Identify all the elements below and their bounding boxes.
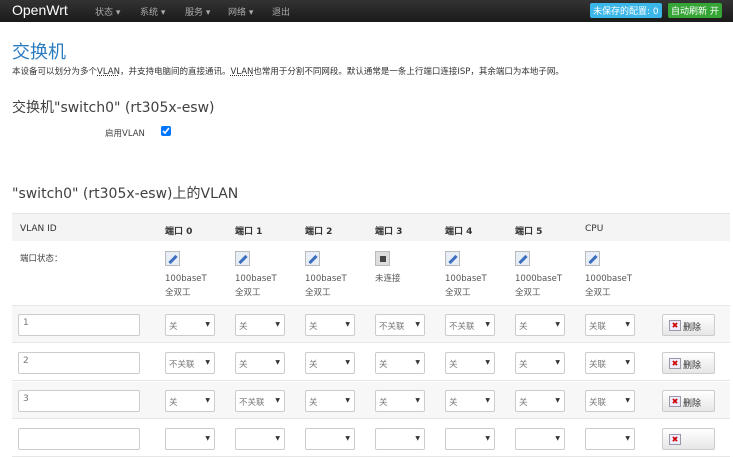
enable-vlan-label: 启用VLAN bbox=[105, 129, 145, 139]
port-membership-select[interactable] bbox=[445, 428, 495, 450]
auto-refresh-badge[interactable]: 自动刷新 开 bbox=[668, 3, 722, 18]
vlan-id-input[interactable]: 3 bbox=[18, 390, 140, 412]
port-membership-select[interactable]: 关 bbox=[305, 390, 355, 412]
page-description: 本设备可以划分为多个VLAN，并支持电脑间的直接通讯。VLAN也常用于分割不同网… bbox=[12, 67, 564, 77]
port-membership-select[interactable] bbox=[305, 428, 355, 450]
page-title: 交换机 bbox=[12, 42, 66, 63]
vlan-id-input[interactable]: 2 bbox=[18, 352, 140, 374]
column-header: CPU bbox=[585, 224, 604, 234]
port-membership-select[interactable]: 关联 bbox=[585, 390, 635, 412]
delete-button[interactable] bbox=[662, 428, 715, 450]
unsaved-changes-badge[interactable]: 未保存的配置: 0 bbox=[590, 3, 662, 18]
port-membership-select[interactable]: 关 bbox=[515, 352, 565, 374]
delete-button[interactable]: 删除 bbox=[662, 390, 715, 412]
column-header: 端口 5 bbox=[515, 227, 543, 237]
column-header: 端口 3 bbox=[375, 227, 403, 237]
vlan-id-input[interactable] bbox=[18, 428, 140, 450]
column-header: 端口 2 bbox=[305, 227, 333, 237]
port-membership-select[interactable]: 关 bbox=[165, 390, 215, 412]
column-header: VLAN ID bbox=[20, 224, 57, 234]
menu-services[interactable]: 服务 ▾ bbox=[185, 5, 210, 18]
port-membership-select[interactable] bbox=[585, 428, 635, 450]
port-membership-select[interactable]: 不关联 bbox=[165, 352, 215, 374]
port-membership-select[interactable]: 关 bbox=[375, 390, 425, 412]
port-membership-select[interactable]: 关 bbox=[305, 352, 355, 374]
port-membership-select[interactable]: 关 bbox=[515, 314, 565, 336]
delete-button[interactable]: 删除 bbox=[662, 352, 715, 374]
column-header: 端口 1 bbox=[235, 227, 263, 237]
port-membership-select[interactable]: 关 bbox=[235, 352, 285, 374]
brand-logo[interactable]: OpenWrt bbox=[12, 2, 68, 18]
column-header: 端口 0 bbox=[165, 227, 193, 237]
vlan-section-title: "switch0" (rt305x-esw)上的VLAN bbox=[12, 186, 239, 202]
port-membership-select[interactable] bbox=[235, 428, 285, 450]
top-navbar: OpenWrt 状态 ▾ 系统 ▾ 服务 ▾ 网络 ▾ 退出 未保存的配置: 0… bbox=[0, 0, 733, 22]
port-membership-select[interactable] bbox=[515, 428, 565, 450]
port-membership-select[interactable] bbox=[375, 428, 425, 450]
enable-vlan-checkbox[interactable] bbox=[161, 126, 171, 136]
delete-button[interactable]: 删除 bbox=[662, 314, 715, 336]
port-membership-select[interactable]: 关 bbox=[445, 390, 495, 412]
status-row bbox=[12, 240, 730, 306]
port-membership-select[interactable]: 关 bbox=[515, 390, 565, 412]
port-membership-select[interactable]: 关 bbox=[375, 352, 425, 374]
port-membership-select[interactable]: 关 bbox=[235, 314, 285, 336]
port-membership-select[interactable]: 关联 bbox=[585, 352, 635, 374]
port-membership-select[interactable] bbox=[165, 428, 215, 450]
port-membership-select[interactable]: 关 bbox=[165, 314, 215, 336]
port-membership-select[interactable]: 关 bbox=[445, 352, 495, 374]
port-membership-select[interactable]: 不关联 bbox=[445, 314, 495, 336]
switch-title: 交换机"switch0" (rt305x-esw) bbox=[12, 100, 215, 116]
menu-logout[interactable]: 退出 bbox=[272, 5, 290, 18]
port-membership-select[interactable]: 不关联 bbox=[235, 390, 285, 412]
menu-system[interactable]: 系统 ▾ bbox=[140, 5, 165, 18]
port-membership-select[interactable]: 不关联 bbox=[375, 314, 425, 336]
vlan-id-input[interactable]: 1 bbox=[18, 314, 140, 336]
table-header bbox=[12, 213, 730, 241]
column-header: 端口 4 bbox=[445, 227, 473, 237]
port-membership-select[interactable]: 关联 bbox=[585, 314, 635, 336]
menu-network[interactable]: 网络 ▾ bbox=[228, 5, 253, 18]
menu-status[interactable]: 状态 ▾ bbox=[95, 5, 120, 18]
port-membership-select[interactable]: 关 bbox=[305, 314, 355, 336]
